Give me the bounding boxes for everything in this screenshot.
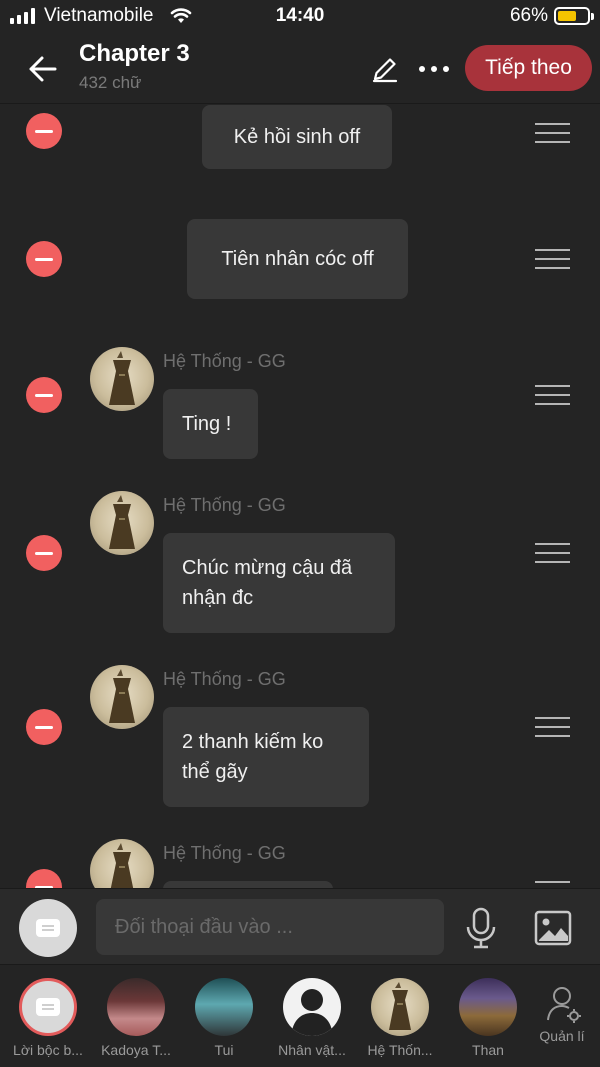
- battery-icon: [554, 7, 594, 25]
- character-npc[interactable]: Nhân vật...: [268, 978, 356, 1062]
- narration-bubble[interactable]: Kẻ hồi sinh off: [202, 105, 392, 169]
- delete-message-button[interactable]: [26, 113, 62, 149]
- character-narrator[interactable]: Lời bộc b...: [4, 978, 92, 1062]
- message-row: Kẻ hồi sinh off: [0, 105, 600, 205]
- image-upload-button[interactable]: [533, 908, 573, 948]
- delete-message-button[interactable]: [26, 535, 62, 571]
- dialogue-bubble[interactable]: Ting !: [163, 389, 258, 459]
- drag-handle-icon[interactable]: [535, 543, 570, 563]
- composer-bar: [0, 888, 600, 965]
- drag-handle-icon[interactable]: [535, 881, 570, 888]
- narration-mode-button[interactable]: [19, 899, 77, 957]
- sender-name: Hệ Thống - GG: [163, 843, 286, 863]
- narrator-avatar: [19, 978, 77, 1036]
- back-arrow-icon: [29, 56, 57, 82]
- message-row: Hệ Thống - GG Ting !: [0, 347, 600, 467]
- character-tui[interactable]: Tui: [180, 978, 268, 1062]
- character-label: Lời bộc b...: [13, 1042, 83, 1058]
- person-silhouette-icon: [291, 989, 333, 1036]
- message-row: Hệ Thống - GG 2 thanh kiếm ko thể gãy: [0, 665, 600, 815]
- drag-handle-icon[interactable]: [535, 249, 570, 269]
- message-row: Tiên nhân cóc off: [0, 219, 600, 339]
- character-kadoya[interactable]: Kadoya T...: [92, 978, 180, 1062]
- character-avatar: [459, 978, 517, 1036]
- user-settings-icon: [547, 987, 581, 1023]
- character-avatar: [371, 978, 429, 1036]
- delete-message-button[interactable]: [26, 241, 62, 277]
- back-button[interactable]: [24, 50, 62, 88]
- dialogue-bubble[interactable]: [163, 881, 333, 888]
- next-button[interactable]: Tiếp theo: [465, 45, 592, 91]
- character-avatar: [90, 839, 154, 888]
- character-avatar: [195, 978, 253, 1036]
- delete-message-button[interactable]: [26, 869, 62, 888]
- character-avatar: [90, 491, 154, 555]
- pencil-icon: [372, 58, 398, 83]
- dialogue-bubble[interactable]: 2 thanh kiếm ko thể gãy: [163, 707, 369, 807]
- message-list[interactable]: Kẻ hồi sinh off Tiên nhân cóc off Hệ Thố…: [0, 105, 600, 888]
- chat-bubble-icon: [36, 998, 60, 1016]
- microphone-icon: [466, 907, 496, 949]
- drag-handle-icon[interactable]: [535, 717, 570, 737]
- edit-button[interactable]: [368, 52, 402, 86]
- manage-label: Quản lí: [539, 1028, 585, 1044]
- dialogue-bubble[interactable]: Chúc mừng cậu đã nhận đc: [163, 533, 395, 633]
- chat-bubble-icon: [36, 919, 60, 937]
- character-avatar: [90, 347, 154, 411]
- character-label: Tui: [214, 1042, 234, 1058]
- character-he-thong[interactable]: Hệ Thốn...: [356, 978, 444, 1062]
- drag-handle-icon[interactable]: [535, 385, 570, 405]
- message-row: Hệ Thống - GG Chúc mừng cậu đã nhận đc: [0, 491, 600, 641]
- image-icon: [534, 910, 572, 946]
- delete-message-button[interactable]: [26, 377, 62, 413]
- character-avatar: [107, 978, 165, 1036]
- sender-name: Hệ Thống - GG: [163, 351, 286, 371]
- microphone-button[interactable]: [462, 907, 500, 949]
- manage-characters-button[interactable]: Quản lí: [532, 984, 592, 1054]
- character-than[interactable]: Than: [444, 978, 532, 1062]
- character-selector: Lời bộc b... Kadoya T... Tui Nhân vật...…: [0, 966, 600, 1067]
- sender-name: Hệ Thống - GG: [163, 669, 286, 689]
- sender-name: Hệ Thống - GG: [163, 495, 286, 515]
- chapter-header: Chapter 3 432 chữ Tiếp theo: [0, 34, 600, 104]
- chapter-title: Chapter 3: [79, 40, 190, 67]
- status-bar: Vietnamobile 14:40 66%: [0, 0, 600, 34]
- character-label: Kadoya T...: [101, 1042, 171, 1058]
- delete-message-button[interactable]: [26, 709, 62, 745]
- battery-percent: 66%: [509, 5, 548, 26]
- message-row: Hệ Thống - GG: [0, 839, 600, 888]
- character-avatar: [283, 978, 341, 1036]
- word-count: 432 chữ: [79, 73, 142, 92]
- more-options-button[interactable]: [414, 54, 454, 84]
- character-label: Than: [472, 1042, 504, 1058]
- character-avatar: [90, 665, 154, 729]
- character-label: Nhân vật...: [278, 1042, 346, 1058]
- character-label: Hệ Thốn...: [367, 1042, 433, 1058]
- narration-bubble[interactable]: Tiên nhân cóc off: [187, 219, 408, 299]
- drag-handle-icon[interactable]: [535, 123, 570, 143]
- dialogue-input[interactable]: [96, 899, 444, 955]
